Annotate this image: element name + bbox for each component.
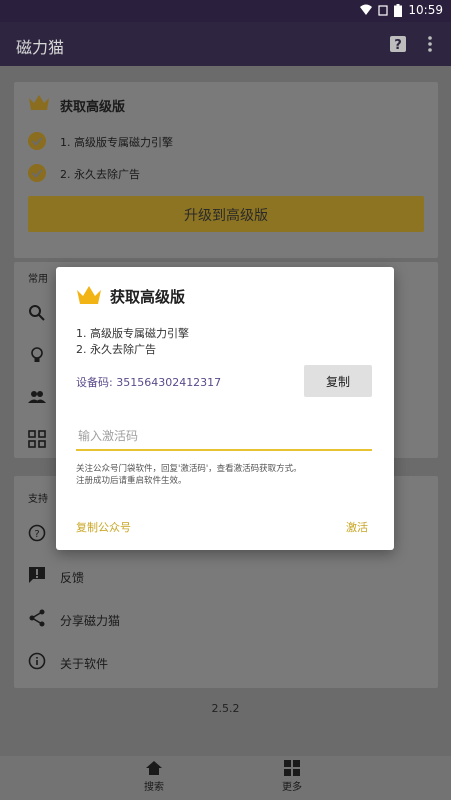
nav-label-more: 更多 xyxy=(282,782,302,793)
support-section-header: 支持 xyxy=(28,494,48,505)
crown-icon xyxy=(29,95,49,110)
app-title: 磁力猫 xyxy=(16,38,65,57)
device-code: 设备码: 351564302412317 xyxy=(76,376,222,389)
premium-card-title: 获取高级版 xyxy=(60,100,126,115)
people-icon xyxy=(28,391,46,403)
home-icon xyxy=(146,761,162,775)
share-icon xyxy=(29,609,45,627)
check-circle-icon xyxy=(28,132,46,150)
premium-feature-2: 2. 永久去除广告 xyxy=(60,168,140,181)
support-item-about[interactable]: 关于软件 xyxy=(60,655,108,672)
hint-line: 关注公众号门袋软件，回复'激活码'，查看激活码获取方式。 xyxy=(76,464,302,474)
apps-icon xyxy=(28,430,46,448)
activate-button[interactable]: 激活 xyxy=(346,519,368,535)
nav-label-search: 搜索 xyxy=(144,782,164,793)
search-icon xyxy=(29,305,45,321)
crown-icon xyxy=(77,286,101,304)
svg-text:?: ? xyxy=(34,529,39,540)
feedback-icon xyxy=(29,567,45,583)
check-circle-icon xyxy=(28,164,46,182)
nav-item-more[interactable]: 更多 xyxy=(262,760,322,793)
upgrade-button-label: 升级到高级版 xyxy=(184,208,268,224)
grid-icon xyxy=(284,760,300,776)
wifi-icon xyxy=(360,4,373,15)
premium-feature-1: 1. 高级版专属磁力引擎 xyxy=(60,136,173,149)
upgrade-button[interactable]: 升级到高级版 xyxy=(28,196,424,232)
app-bar: 磁力猫 ? xyxy=(0,22,451,66)
dialog-feature-2: 2. 永久去除广告 xyxy=(76,343,156,356)
signal-icon xyxy=(378,5,389,16)
lightbulb-icon xyxy=(31,347,43,362)
common-section-header: 常用 xyxy=(28,274,48,285)
activation-code-input[interactable] xyxy=(76,423,372,451)
battery-icon xyxy=(394,3,403,17)
help-icon[interactable]: ? xyxy=(388,34,408,54)
more-vert-icon[interactable] xyxy=(420,34,440,54)
info-icon xyxy=(28,652,46,670)
svg-text:?: ? xyxy=(394,38,402,53)
app-version: 2.5.2 xyxy=(211,702,240,715)
copy-official-account-button[interactable]: 复制公众号 xyxy=(76,519,131,535)
bottom-nav: 搜索 更多 xyxy=(0,756,451,800)
premium-dialog: 获取高级版 1. 高级版专属磁力引擎 2. 永久去除广告 设备码: 351564… xyxy=(56,267,394,550)
support-item-feedback[interactable]: 反馈 xyxy=(60,569,84,586)
help-circle-icon: ? xyxy=(28,524,46,542)
dialog-hint: 关注公众号门袋软件，回复'激活码'，查看激活码获取方式。 注册成功后请重启软件生… xyxy=(76,463,376,487)
dialog-feature-1: 1. 高级版专属磁力引擎 xyxy=(76,327,189,340)
copy-button[interactable]: 复制 xyxy=(304,365,372,397)
nav-item-search[interactable]: 搜索 xyxy=(124,760,184,793)
status-bar: 10:59 xyxy=(0,0,451,22)
dialog-title: 获取高级版 xyxy=(110,288,186,306)
hint-line: 注册成功后请重启软件生效。 xyxy=(76,476,187,486)
status-time: 10:59 xyxy=(408,3,443,17)
support-item-share[interactable]: 分享磁力猫 xyxy=(60,612,120,629)
